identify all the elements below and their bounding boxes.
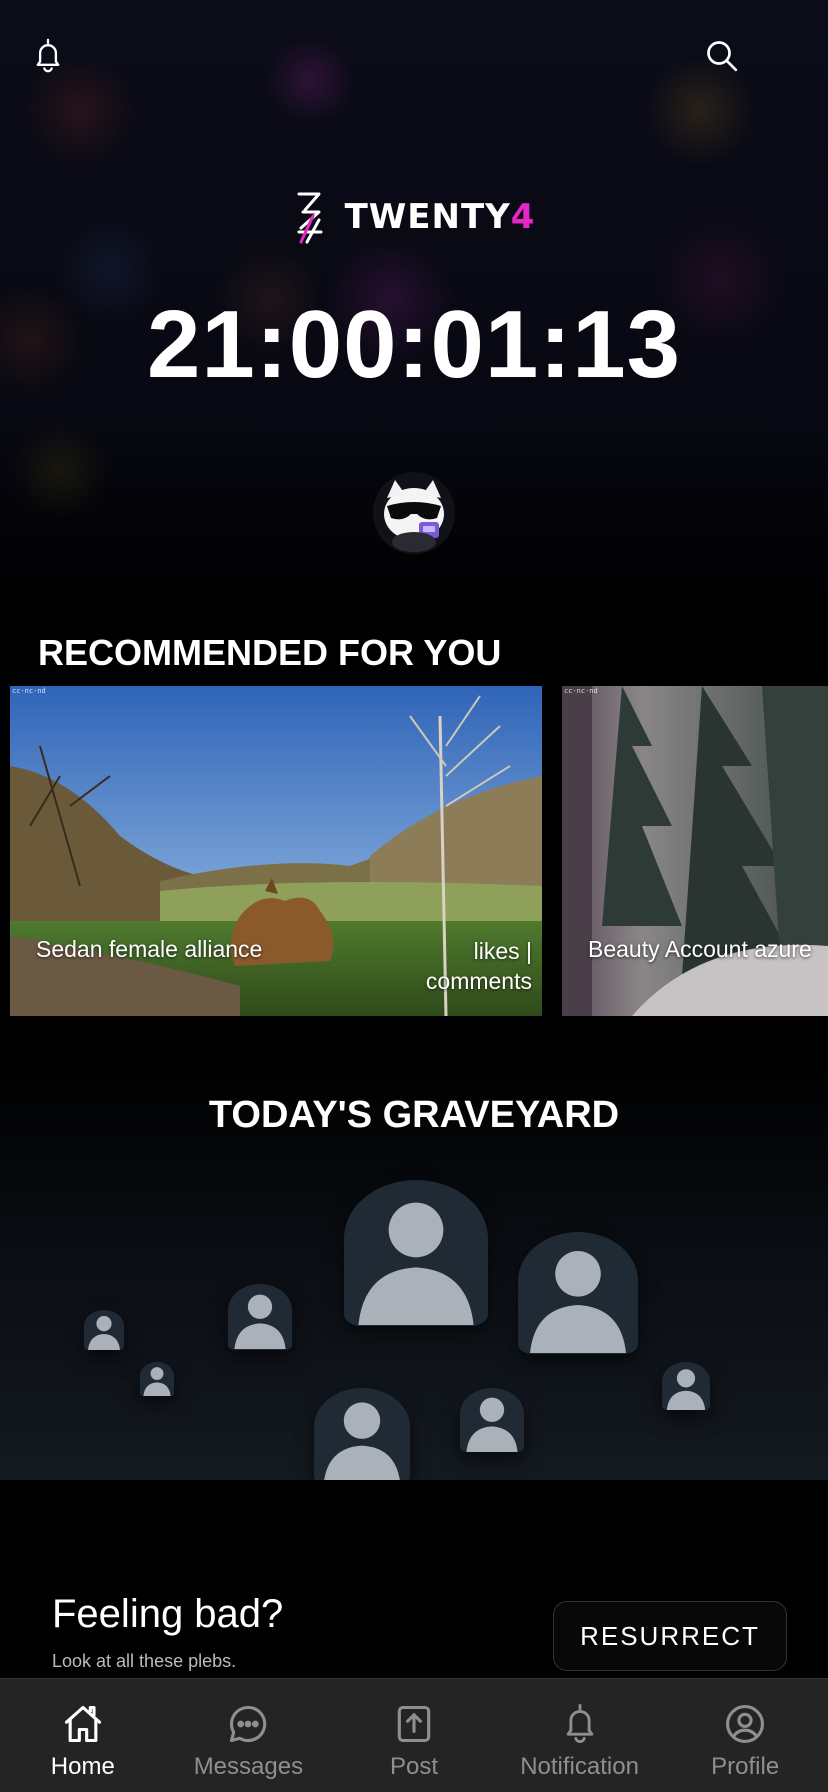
notifications-button[interactable] bbox=[24, 32, 72, 80]
search-button[interactable] bbox=[698, 32, 746, 80]
license-badge: cc-nc-nd bbox=[12, 687, 46, 695]
tab-post[interactable]: Post bbox=[331, 1679, 497, 1792]
person-icon bbox=[358, 1202, 474, 1325]
license-badge: cc-nc-nd bbox=[564, 687, 598, 695]
profile-icon bbox=[726, 1705, 765, 1743]
brand-prefix: TWENTY bbox=[344, 197, 511, 237]
upload-icon bbox=[397, 1705, 431, 1743]
card-photo-forest bbox=[562, 686, 828, 1016]
graveyard-user[interactable] bbox=[84, 1310, 124, 1350]
graveyard-user[interactable] bbox=[518, 1232, 638, 1354]
tab-notification[interactable]: Notification bbox=[497, 1679, 663, 1792]
card-comments: comments bbox=[425, 968, 532, 994]
graveyard-user[interactable] bbox=[460, 1388, 524, 1452]
person-icon bbox=[466, 1397, 518, 1452]
graveyard-user[interactable] bbox=[140, 1362, 174, 1396]
card-caption: Sedan female alliance bbox=[36, 936, 263, 962]
tab-label: Messages bbox=[193, 1753, 304, 1780]
bell-icon bbox=[566, 1703, 593, 1743]
card-likes: likes | bbox=[473, 938, 532, 964]
tab-label: Home bbox=[50, 1753, 115, 1780]
person-icon bbox=[234, 1294, 286, 1349]
bottom-tab-bar: Home Messages Post Notification Profile bbox=[0, 1678, 828, 1792]
tab-label: Profile bbox=[711, 1753, 780, 1780]
cta-title: Feeling bad? bbox=[52, 1592, 284, 1636]
bell-icon bbox=[36, 38, 60, 73]
graveyard-user[interactable] bbox=[228, 1284, 292, 1350]
recommended-card[interactable]: cc-nc-nd Beauty Account azure bbox=[562, 686, 828, 1016]
logo-mark-icon bbox=[297, 192, 323, 244]
person-icon bbox=[323, 1402, 401, 1484]
tab-label: Post bbox=[389, 1753, 438, 1780]
search-icon bbox=[707, 41, 738, 72]
graveyard-user[interactable] bbox=[314, 1388, 410, 1484]
cta-subtitle: Look at all these plebs. bbox=[52, 1651, 237, 1671]
mascot-avatar[interactable] bbox=[373, 472, 455, 554]
tab-profile[interactable]: Profile bbox=[662, 1679, 828, 1792]
person-icon bbox=[143, 1367, 171, 1396]
recommended-card[interactable]: cc-nc-nd Sedan female alliance likes | c… bbox=[10, 686, 542, 1016]
person-icon bbox=[666, 1369, 706, 1410]
tab-label: Notification bbox=[520, 1753, 639, 1780]
countdown-timer: 21:00:01:13 bbox=[146, 291, 682, 398]
panda-mascot-icon bbox=[373, 472, 455, 554]
home-icon bbox=[64, 1705, 101, 1743]
brand-suffix: 4 bbox=[510, 197, 536, 237]
brand-wordmark: TWENTY4 bbox=[345, 197, 536, 237]
recommended-title: RECOMMENDED FOR YOU bbox=[38, 632, 502, 673]
person-icon bbox=[88, 1316, 120, 1350]
resurrect-button[interactable]: RESURRECT bbox=[553, 1601, 787, 1671]
card-caption: Beauty Account azure bbox=[588, 936, 812, 962]
tab-home[interactable]: Home bbox=[0, 1679, 166, 1792]
card-stats: likes | comments bbox=[426, 936, 532, 996]
messages-icon bbox=[230, 1705, 267, 1743]
person-icon bbox=[530, 1251, 626, 1353]
graveyard-title: TODAY'S GRAVEYARD bbox=[208, 1094, 620, 1136]
graveyard-user[interactable] bbox=[662, 1362, 710, 1410]
graveyard-user[interactable] bbox=[344, 1180, 488, 1326]
brand-logo: TWENTY4 bbox=[0, 190, 828, 244]
tab-messages[interactable]: Messages bbox=[166, 1679, 332, 1792]
